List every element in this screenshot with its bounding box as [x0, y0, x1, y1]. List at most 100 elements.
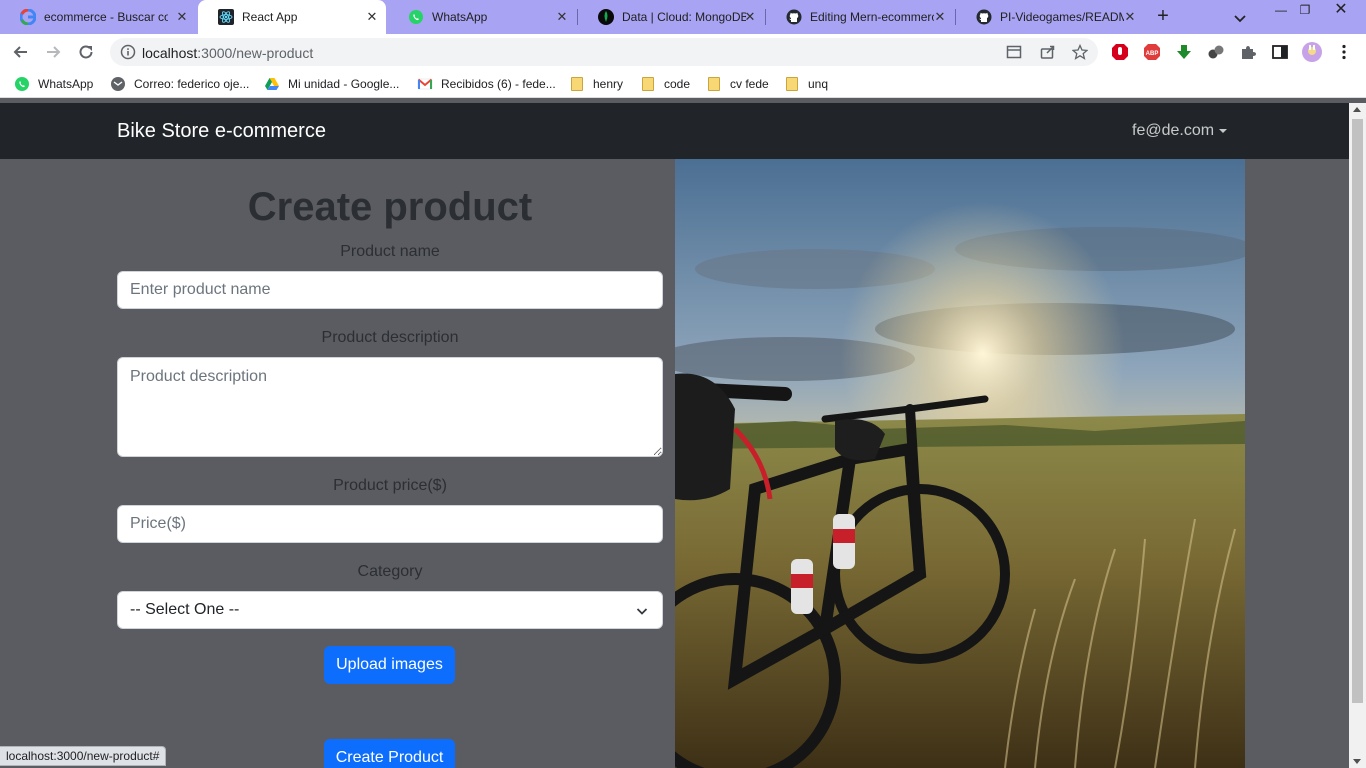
- close-window-icon[interactable]: ✕: [1326, 0, 1356, 22]
- category-label: Category: [357, 563, 423, 580]
- chevron-down-icon: [636, 604, 648, 616]
- adblock-shield-icon[interactable]: [1110, 42, 1130, 62]
- bookmark-gmail[interactable]: Recibidos (6) - fede...: [417, 75, 556, 93]
- bookmark-label: Mi unidad - Google...: [288, 77, 400, 91]
- bookmark-folder-henry[interactable]: henry: [569, 75, 623, 93]
- react-icon: [218, 9, 234, 25]
- user-menu-dropdown[interactable]: fe@de.com: [1132, 122, 1228, 140]
- bookmark-label: WhatsApp: [38, 77, 94, 91]
- google-icon: [20, 9, 36, 25]
- mail-icon: [110, 76, 126, 92]
- upload-images-button[interactable]: Upload images: [324, 646, 455, 684]
- product-price-input[interactable]: [117, 505, 663, 543]
- back-arrow-icon[interactable]: [10, 41, 32, 63]
- close-tab-icon[interactable]: ✕: [364, 9, 380, 25]
- bookmark-star-icon[interactable]: [1071, 43, 1089, 60]
- page-scrollbar[interactable]: [1349, 103, 1366, 768]
- whatsapp-icon: [408, 9, 424, 25]
- tab-title: WhatsApp: [432, 10, 488, 24]
- category-selected-value: -- Select One --: [130, 601, 240, 618]
- new-tab-icon[interactable]: +: [1152, 6, 1174, 28]
- close-tab-icon[interactable]: ✕: [554, 9, 570, 25]
- bookmark-correo[interactable]: Correo: federico oje...: [110, 75, 249, 93]
- browser-menu-icon[interactable]: [1334, 42, 1354, 62]
- link-status-bubble: localhost:3000/new-product#: [0, 746, 167, 766]
- url-path: :3000/new-product: [197, 45, 314, 61]
- bookmark-folder-code[interactable]: code: [640, 75, 690, 93]
- bookmark-label: cv fede: [730, 77, 769, 91]
- restore-icon[interactable]: ❐: [1290, 0, 1320, 22]
- bookmark-label: Correo: federico oje...: [134, 77, 250, 91]
- share-icon[interactable]: [1040, 44, 1056, 60]
- folder-icon: [569, 76, 585, 92]
- bookmark-folder-cv-fede[interactable]: cv fede: [706, 75, 769, 93]
- github-icon: [976, 9, 992, 25]
- extensions-puzzle-icon[interactable]: [1238, 42, 1258, 62]
- svg-text:ABP: ABP: [1146, 51, 1159, 57]
- folder-icon: [640, 76, 656, 92]
- tab-layout-icon[interactable]: [1006, 44, 1022, 60]
- bookmarks-bar: WhatsApp Correo: federico oje... Mi unid…: [0, 70, 1366, 98]
- product-name-label: Product name: [340, 243, 440, 260]
- url-host: localhost: [142, 45, 198, 61]
- scroll-up-arrow-icon[interactable]: [1353, 107, 1361, 112]
- bookmark-label: henry: [593, 77, 624, 91]
- profile-avatar-icon[interactable]: [1302, 42, 1322, 62]
- browser-toolbar: localhost:3000/new-product ABP: [0, 34, 1366, 70]
- bike-landscape-image: [675, 159, 1245, 768]
- tab-title: PI-Videogames/README.md: [1000, 10, 1124, 24]
- forward-arrow-icon[interactable]: [42, 41, 64, 63]
- extension-tool-icon[interactable]: [1206, 42, 1226, 62]
- close-tab-icon[interactable]: ✕: [742, 9, 758, 25]
- bookmark-folder-unq[interactable]: unq: [784, 75, 828, 93]
- tab-mongodb[interactable]: Data | Cloud: MongoDB Cloud ✕: [578, 0, 764, 34]
- create-product-button[interactable]: Create Product: [324, 739, 455, 768]
- close-tab-icon[interactable]: ✕: [174, 9, 190, 25]
- tab-title: Editing Mern-ecommerce: [810, 10, 934, 24]
- tab-whatsapp[interactable]: WhatsApp ✕: [388, 0, 576, 34]
- address-bar[interactable]: localhost:3000/new-product: [110, 38, 1098, 66]
- tab-github-readme[interactable]: PI-Videogames/README.md ✕: [956, 0, 1144, 34]
- tab-github-editing[interactable]: Editing Mern-ecommerce ✕: [766, 0, 954, 34]
- download-arrow-icon[interactable]: [1174, 42, 1194, 62]
- caret-down-icon: [1219, 129, 1228, 133]
- gmail-icon: [417, 76, 433, 92]
- drive-icon: [264, 76, 280, 92]
- tab-search-chevron-icon[interactable]: [1230, 8, 1250, 28]
- user-email: fe@de.com: [1132, 122, 1215, 139]
- site-navbar: Bike Store e-commerce fe@de.com: [0, 103, 1349, 159]
- abp-icon[interactable]: ABP: [1142, 42, 1162, 62]
- page-title: Create product: [247, 185, 533, 229]
- site-brand[interactable]: Bike Store e-commerce: [117, 120, 326, 143]
- tab-title: ecommerce - Buscar con Google: [44, 10, 168, 24]
- whatsapp-icon: [14, 76, 30, 92]
- side-panel-icon[interactable]: [1270, 42, 1290, 62]
- url-text: localhost:3000/new-product: [142, 45, 313, 61]
- bookmark-whatsapp[interactable]: WhatsApp: [14, 75, 93, 93]
- mongodb-icon: [598, 9, 614, 25]
- scrollbar-thumb[interactable]: [1352, 119, 1363, 703]
- product-name-input[interactable]: [117, 271, 663, 309]
- tab-react-app[interactable]: React App ✕: [198, 0, 386, 34]
- product-description-label: Product description: [321, 329, 459, 346]
- scroll-down-arrow-icon[interactable]: [1353, 759, 1361, 764]
- category-select[interactable]: -- Select One --: [117, 591, 663, 629]
- product-price-label: Product price($): [333, 477, 447, 494]
- close-tab-icon[interactable]: ✕: [1122, 9, 1138, 25]
- page-viewport: Bike Store e-commerce fe@de.com Create p…: [0, 103, 1349, 768]
- bookmark-label: Recibidos (6) - fede...: [441, 77, 556, 91]
- bookmark-drive[interactable]: Mi unidad - Google...: [264, 75, 399, 93]
- product-description-textarea[interactable]: [117, 357, 663, 457]
- bookmark-label: code: [664, 77, 691, 91]
- tab-strip: ecommerce - Buscar con Google ✕ React Ap…: [0, 0, 1366, 34]
- bookmark-label: unq: [808, 77, 829, 91]
- tab-title: Data | Cloud: MongoDB Cloud: [622, 10, 746, 24]
- folder-icon: [784, 76, 800, 92]
- site-info-icon[interactable]: [120, 44, 136, 60]
- close-tab-icon[interactable]: ✕: [932, 9, 948, 25]
- tab-google-search[interactable]: ecommerce - Buscar con Google ✕: [0, 0, 196, 34]
- folder-icon: [706, 76, 722, 92]
- github-icon: [786, 9, 802, 25]
- tab-title: React App: [242, 10, 298, 24]
- reload-icon[interactable]: [75, 41, 97, 63]
